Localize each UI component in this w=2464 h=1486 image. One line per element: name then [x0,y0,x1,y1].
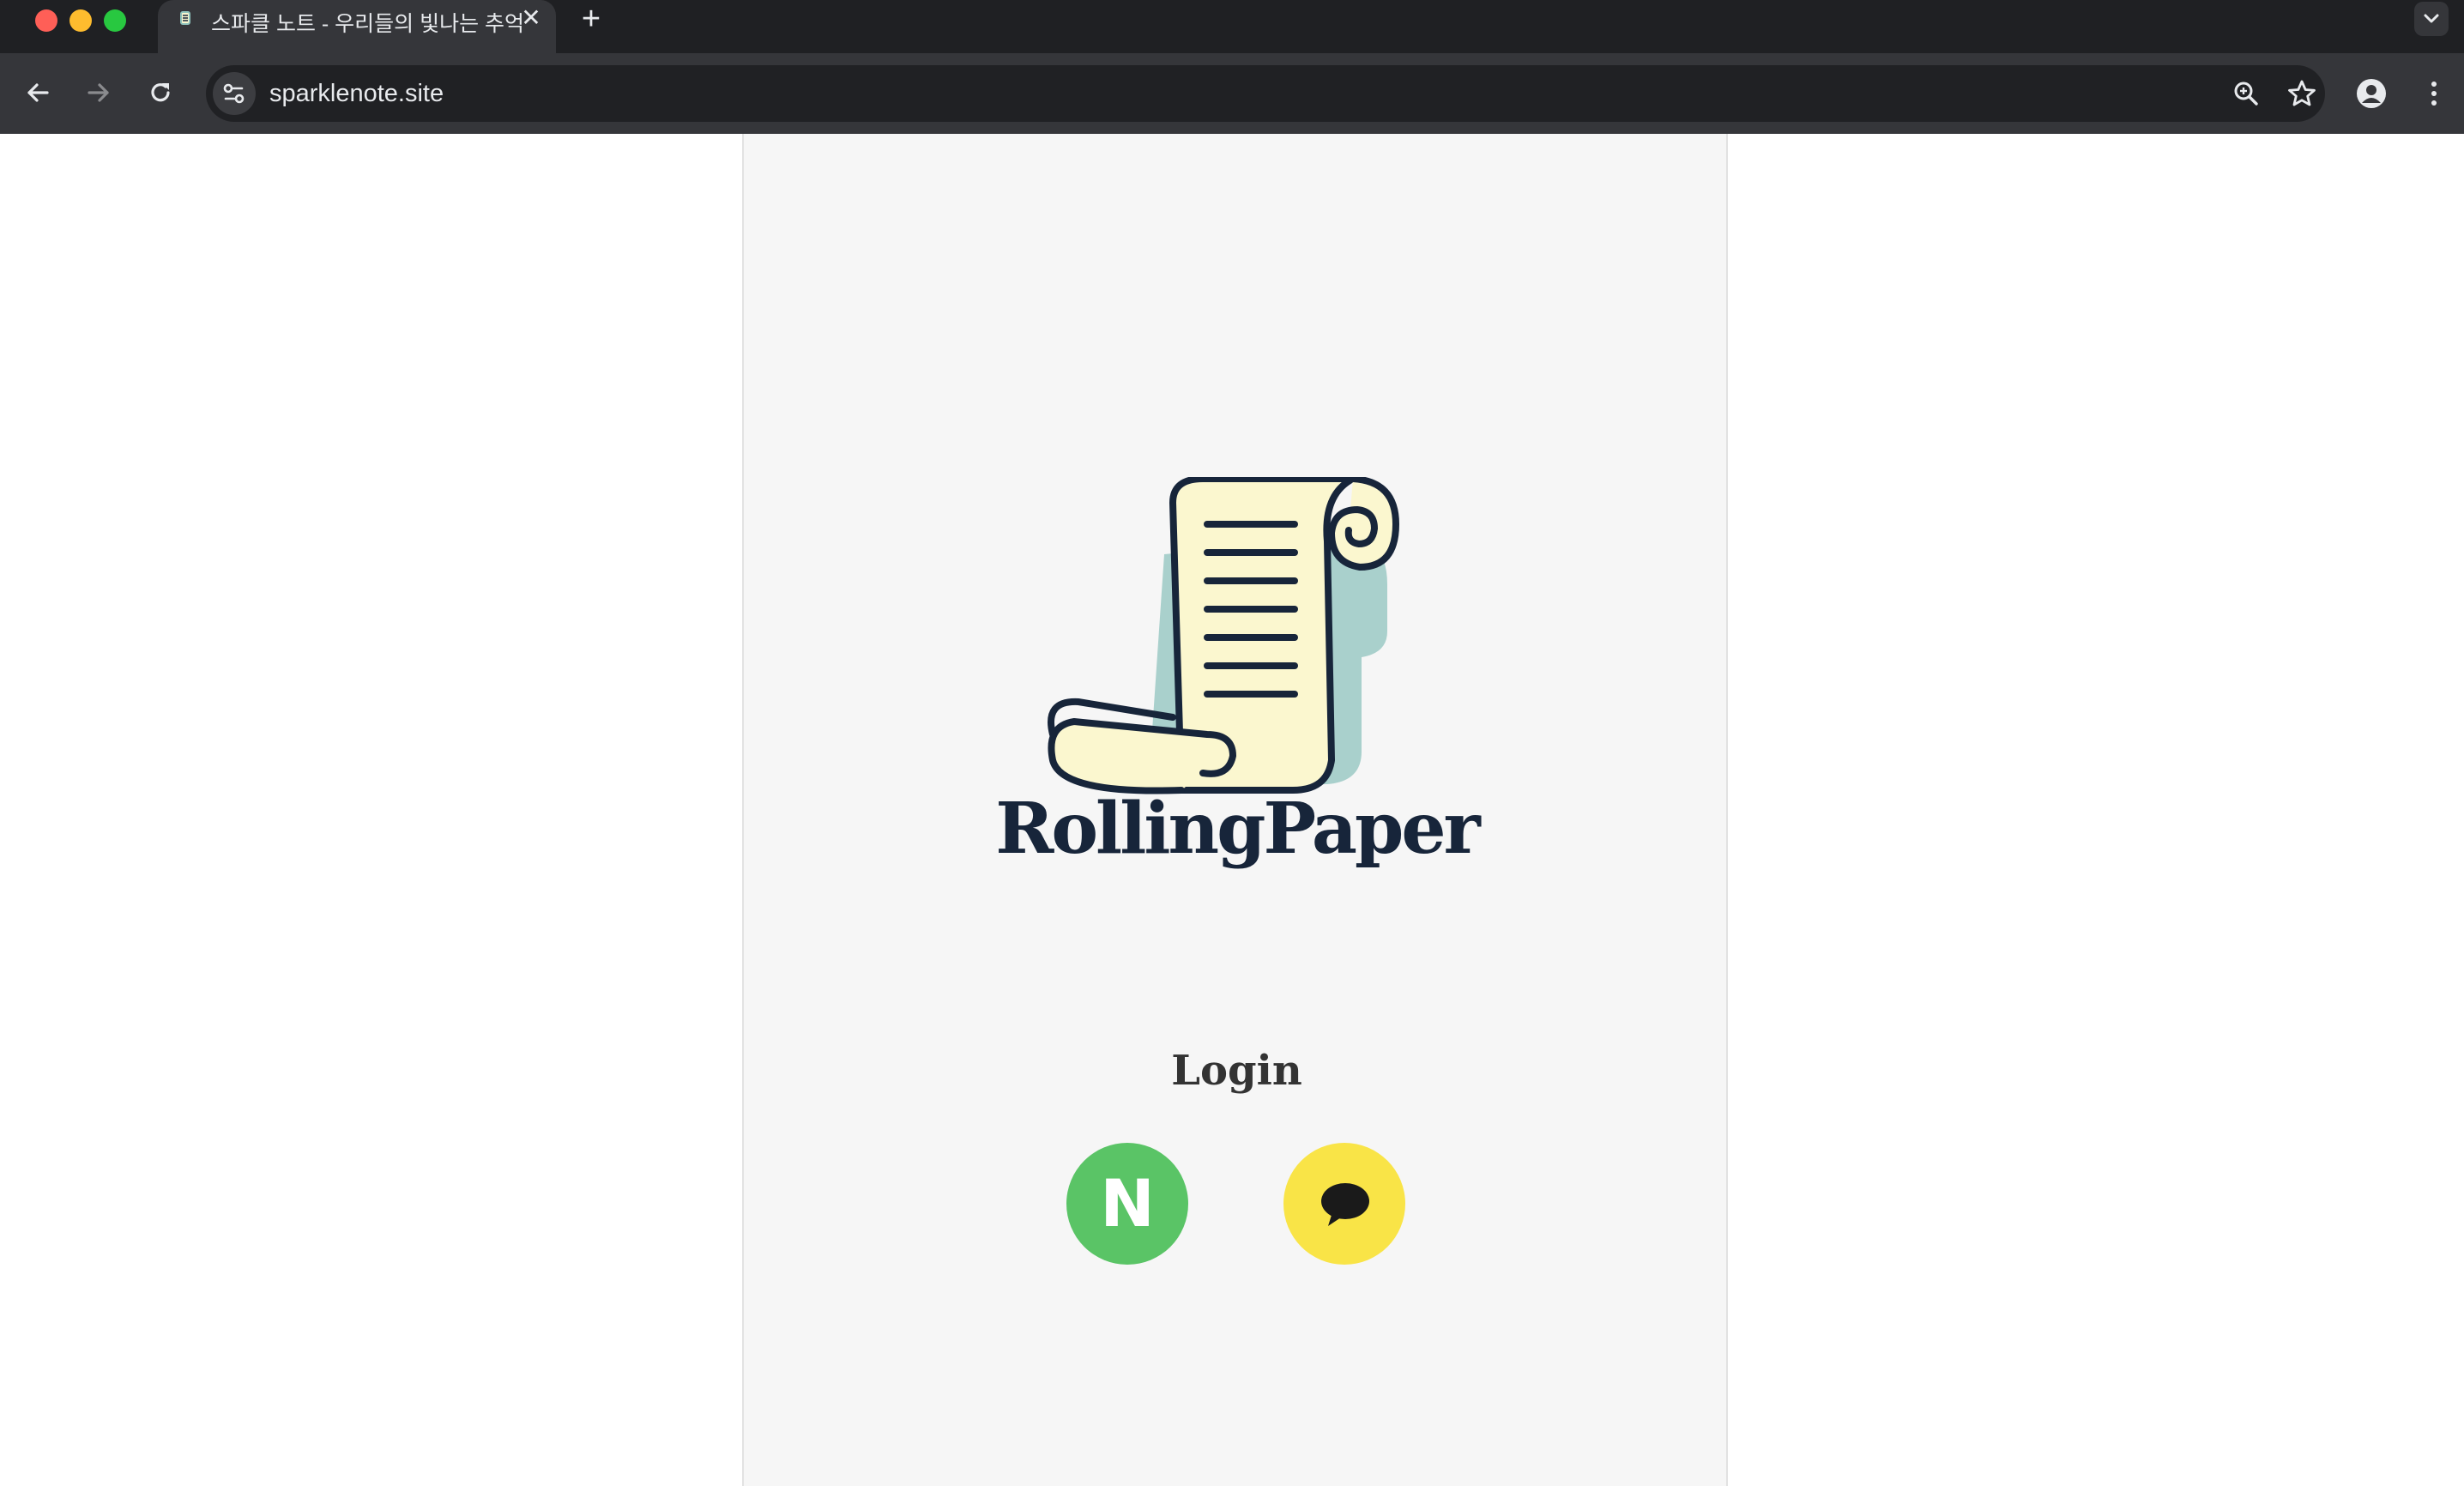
naver-login-button[interactable]: N [1066,1143,1188,1265]
browser-tab-bar: 스파클 노트 - 우리들의 빛나는 추억 ✕ + [0,0,2464,53]
back-arrow-icon[interactable] [22,77,53,108]
maximize-window-button[interactable] [104,9,126,32]
close-window-button[interactable] [35,9,57,32]
tab-title: 스파클 노트 - 우리들의 빛나는 추억 [211,12,525,36]
scroll-favicon-icon [180,11,190,25]
kakao-login-button[interactable] [1283,1143,1405,1265]
kebab-menu-icon[interactable] [2418,77,2450,110]
speech-bubble-icon [1321,1183,1369,1226]
url-text[interactable]: sparklenote.site [269,80,444,108]
site-settings-button[interactable] [213,72,256,115]
address-bar[interactable]: sparklenote.site [206,65,2325,122]
tab-close-icon[interactable]: ✕ [518,5,544,31]
new-tab-button[interactable]: + [576,3,607,35]
main-panel: RollingPaper Login N [742,134,1728,1486]
site-settings-icon [223,83,245,104]
chevron-down-icon [2424,14,2439,23]
profile-icon[interactable] [2355,77,2388,110]
star-icon[interactable] [2286,78,2317,109]
logo-wordmark: RollingPaper [995,788,1481,870]
naver-logo-icon: N [1100,1165,1155,1241]
page-viewport: RollingPaper Login N [0,134,2464,1486]
minimize-window-button[interactable] [69,9,92,32]
forward-arrow-icon[interactable] [83,77,114,108]
tab-search-button[interactable] [2414,2,2449,36]
login-heading: Login [1171,1047,1302,1095]
browser-tab[interactable]: 스파클 노트 - 우리들의 빛나는 추억 ✕ [158,0,556,53]
browser-toolbar: sparklenote.site [0,53,2464,136]
zoom-icon[interactable] [2231,78,2262,109]
scroll-logo-icon [1048,477,1399,794]
reload-icon[interactable] [145,77,176,108]
